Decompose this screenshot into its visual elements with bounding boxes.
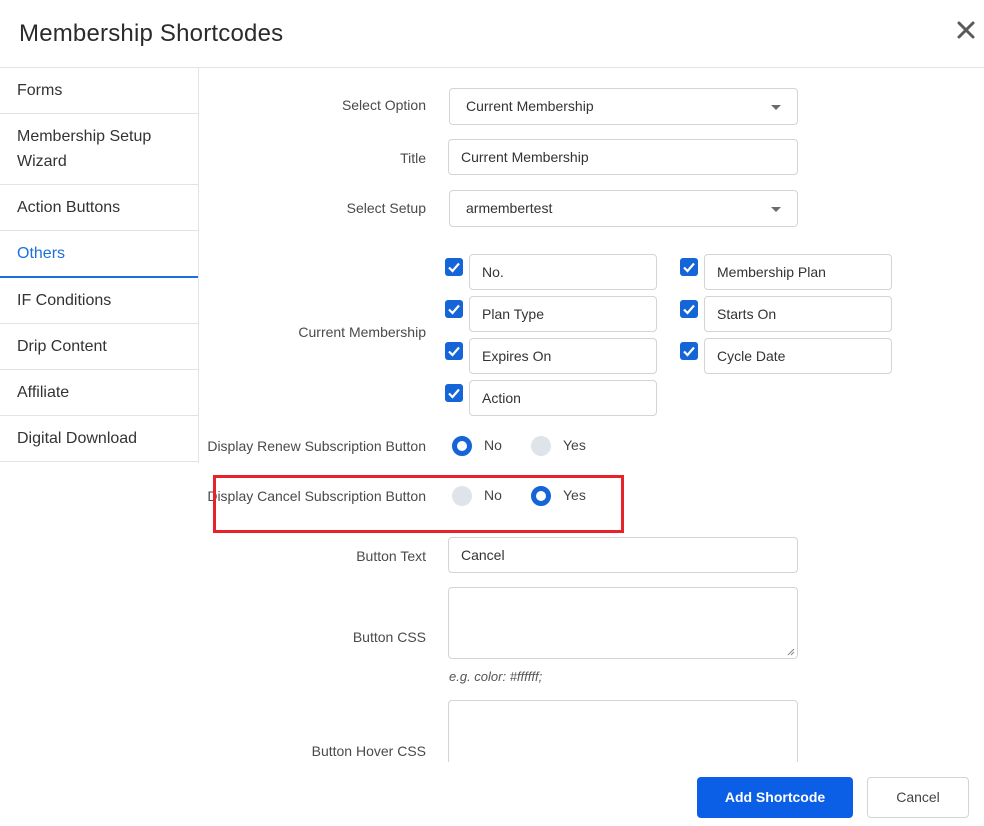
- checkbox-no[interactable]: [445, 258, 463, 276]
- field-action: Action: [469, 380, 657, 416]
- sidebar-item-membership-setup-wizard[interactable]: Membership Setup Wizard: [0, 114, 198, 185]
- cancel-no-radio[interactable]: [452, 486, 472, 506]
- cancel-yes-label: Yes: [563, 487, 586, 503]
- current-membership-label: Current Membership: [298, 324, 426, 340]
- field-membership-plan: Membership Plan: [704, 254, 892, 290]
- cancel-yes-radio[interactable]: [531, 486, 551, 506]
- title-input[interactable]: Current Membership: [448, 139, 798, 175]
- sidebar-item-if-conditions[interactable]: IF Conditions: [0, 278, 198, 324]
- sidebar-item-digital-download[interactable]: Digital Download: [0, 416, 198, 462]
- checkbox-action[interactable]: [445, 384, 463, 402]
- select-option-dropdown[interactable]: Current Membership: [449, 88, 798, 125]
- chevron-down-icon: [771, 207, 781, 212]
- chevron-down-icon: [771, 105, 781, 110]
- field-expires-on: Expires On: [469, 338, 657, 374]
- cancel-subscription-label: Display Cancel Subscription Button: [207, 488, 426, 504]
- sidebar-item-others[interactable]: Others: [0, 231, 198, 278]
- button-hover-css-label: Button Hover CSS: [311, 743, 426, 759]
- sidebar-item-label: Forms: [17, 82, 63, 99]
- renew-no-radio[interactable]: [452, 436, 472, 456]
- cancel-no-label: No: [484, 487, 502, 503]
- select-setup-dropdown[interactable]: armembertest: [449, 190, 798, 227]
- checkbox-plan-type[interactable]: [445, 300, 463, 318]
- select-setup-label: Select Setup: [346, 200, 426, 216]
- button-text-label: Button Text: [356, 548, 426, 564]
- sidebar-item-action-buttons[interactable]: Action Buttons: [0, 185, 198, 231]
- title-label: Title: [400, 150, 426, 166]
- checkbox-membership-plan[interactable]: [680, 258, 698, 276]
- field-no: No.: [469, 254, 657, 290]
- sidebar-item-drip-content[interactable]: Drip Content: [0, 324, 198, 370]
- field-cycle-date: Cycle Date: [704, 338, 892, 374]
- sidebar-item-label: Others: [17, 245, 66, 262]
- sidebar-item-affiliate[interactable]: Affiliate: [0, 370, 198, 416]
- add-shortcode-button[interactable]: Add Shortcode: [697, 777, 853, 818]
- dialog-title: Membership Shortcodes: [19, 20, 284, 47]
- sidebar-item-label: Action Buttons: [17, 199, 121, 216]
- select-setup-value: armembertest: [466, 200, 553, 216]
- resize-grip-icon[interactable]: [787, 648, 795, 656]
- checkbox-starts-on[interactable]: [680, 300, 698, 318]
- renew-no-label: No: [484, 437, 502, 453]
- button-css-label: Button CSS: [352, 629, 426, 645]
- sidebar-item-label: Digital Download: [17, 430, 138, 447]
- checkbox-expires-on[interactable]: [445, 342, 463, 360]
- renew-subscription-label: Display Renew Subscription Button: [207, 438, 426, 454]
- select-option-label: Select Option: [341, 97, 426, 113]
- sidebar-item-label: Drip Content: [17, 338, 107, 355]
- sidebar-item-label: Membership Setup Wizard: [17, 128, 152, 170]
- renew-yes-radio[interactable]: [531, 436, 551, 456]
- sidebar-item-label: Affiliate: [17, 384, 70, 401]
- field-plan-type: Plan Type: [469, 296, 657, 332]
- button-css-hint: e.g. color: #ffffff;: [449, 669, 543, 684]
- renew-yes-label: Yes: [563, 437, 586, 453]
- select-option-value: Current Membership: [466, 98, 594, 114]
- field-starts-on: Starts On: [704, 296, 892, 332]
- cancel-button[interactable]: Cancel: [867, 777, 969, 818]
- sidebar: Forms Membership Setup Wizard Action But…: [0, 68, 199, 463]
- button-css-textarea[interactable]: [448, 587, 798, 659]
- dialog-header: Membership Shortcodes: [0, 0, 984, 68]
- button-text-input[interactable]: Cancel: [448, 537, 798, 573]
- checkbox-cycle-date[interactable]: [680, 342, 698, 360]
- sidebar-item-label: IF Conditions: [17, 292, 112, 309]
- close-icon[interactable]: [955, 18, 977, 42]
- sidebar-item-forms[interactable]: Forms: [0, 68, 198, 114]
